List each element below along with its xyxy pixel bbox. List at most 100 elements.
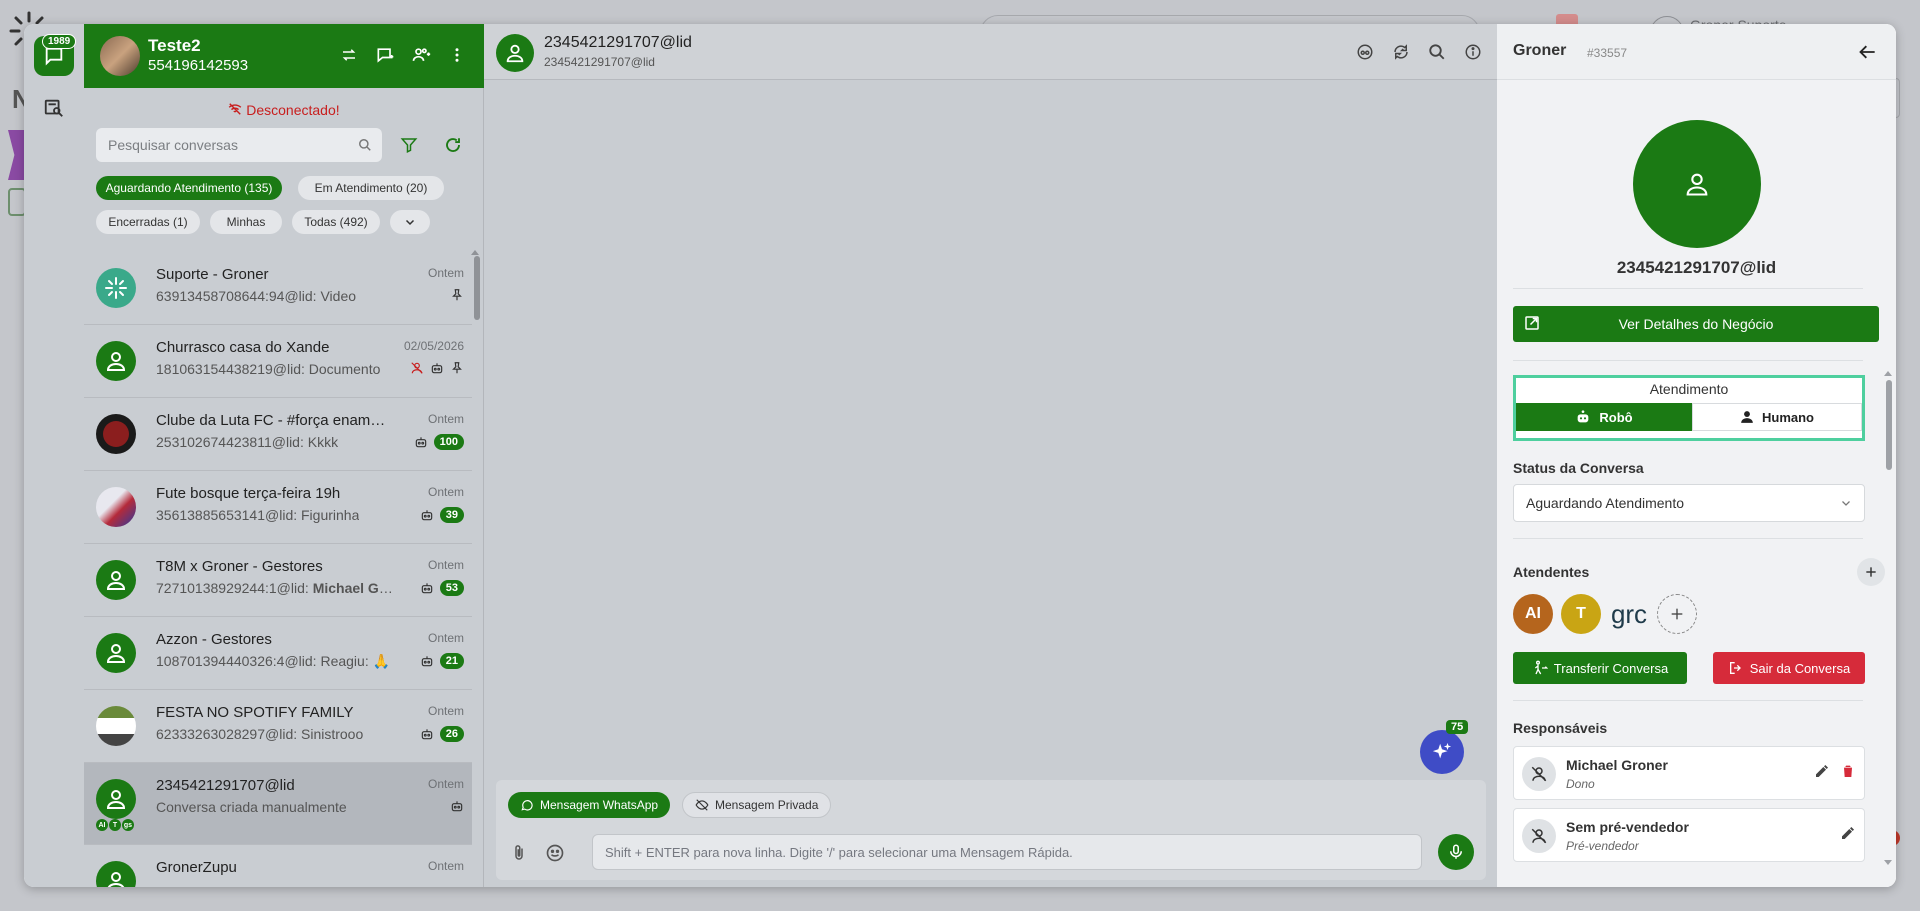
attendants-label: Atendentes xyxy=(1513,564,1590,580)
conversation-preview: 72710138929244:1@lid: Michael Groner xyxy=(156,580,396,596)
new-group-icon[interactable] xyxy=(410,44,432,66)
status-select-value: Aguardando Atendimento xyxy=(1526,495,1685,511)
person-icon xyxy=(506,44,524,63)
status-select[interactable]: Aguardando Atendimento xyxy=(1513,484,1865,522)
attach-button[interactable] xyxy=(508,842,530,864)
tab-whatsapp-message[interactable]: Mensagem WhatsApp xyxy=(508,792,671,818)
leave-conversation-button[interactable]: Sair da Conversa xyxy=(1713,652,1865,684)
panel-scroll-up[interactable] xyxy=(1884,371,1892,376)
conversation-item[interactable]: Clube da Luta FC - #força enamorada 2531… xyxy=(84,398,472,471)
more-vertical-icon[interactable] xyxy=(446,44,468,66)
transfer-conversation-label: Transferir Conversa xyxy=(1553,660,1669,676)
mode-humano-button[interactable]: Humano xyxy=(1692,403,1862,431)
contact-details-panel: Groner #33557 2345421291707@lid Ver Deta… xyxy=(1497,24,1896,887)
robot-icon xyxy=(1578,410,1589,423)
close-details-button[interactable] xyxy=(1856,40,1880,64)
suporte-logo-icon xyxy=(105,277,127,299)
unread-count-badge: 100 xyxy=(433,434,464,450)
swap-arrows-icon[interactable] xyxy=(338,44,360,66)
panel-scrollbar[interactable] xyxy=(1886,380,1892,470)
pin-icon[interactable] xyxy=(450,288,464,302)
person-off-icon xyxy=(1522,757,1556,791)
rail-search-list-button[interactable] xyxy=(40,94,68,122)
responsavel-card: Sem pré-vendedor Pré-vendedor xyxy=(1513,808,1865,862)
chip-aguardando[interactable]: Aguardando Atendimento (135) xyxy=(96,176,282,200)
trash-icon[interactable] xyxy=(1840,763,1856,779)
conversation-item[interactable]: GronerZupu Ontem xyxy=(84,845,472,887)
conversation-indicators xyxy=(450,288,464,302)
emoji-button[interactable] xyxy=(544,842,566,864)
conversation-item[interactable]: Fute bosque terça-feira 19h 356138856531… xyxy=(84,471,472,544)
attendant-logo[interactable]: grc xyxy=(1609,594,1649,634)
leave-conversation-label: Sair da Conversa xyxy=(1749,660,1851,676)
refresh-icon xyxy=(446,138,460,152)
add-attendant-circle[interactable] xyxy=(1657,594,1697,634)
tab-private-message[interactable]: Mensagem Privada xyxy=(682,792,832,818)
search-icon[interactable] xyxy=(1427,42,1447,62)
conversation-search-input[interactable] xyxy=(106,136,358,154)
list-scrollbar[interactable] xyxy=(474,256,480,320)
emoji-icon xyxy=(546,844,564,862)
attendant-avatar[interactable]: T xyxy=(1561,594,1601,634)
edit-pencil-icon[interactable] xyxy=(1814,763,1830,779)
conversation-name: Clube da Luta FC - #força enamorada xyxy=(156,412,386,429)
chevron-down-icon xyxy=(405,219,415,226)
sync-icon[interactable] xyxy=(1391,42,1411,62)
chip-encerradas[interactable]: Encerradas (1) xyxy=(96,210,200,234)
info-icon[interactable] xyxy=(1463,42,1483,62)
person-icon xyxy=(106,790,126,809)
chip-more-dropdown[interactable] xyxy=(390,210,430,234)
attendant-mini-tags: AI T gs xyxy=(96,819,134,831)
view-deal-details-button[interactable]: Ver Detalhes do Negócio xyxy=(1513,306,1879,342)
mode-robo-button[interactable]: Robô xyxy=(1516,403,1692,431)
chat-modal: 1989 Teste2 554196142593 Desconectado! P… xyxy=(24,24,1896,887)
divider xyxy=(1513,360,1863,361)
chat-contact-avatar[interactable] xyxy=(496,34,534,72)
attendant-avatar[interactable]: AI xyxy=(1513,594,1553,634)
background-banner xyxy=(8,130,24,180)
conversation-indicators: 53 xyxy=(420,580,464,596)
conversation-item[interactable]: FESTA NO SPOTIFY FAMILY 62333263028297@l… xyxy=(84,690,472,763)
profile-bar: Teste2 554196142593 xyxy=(84,24,484,88)
spy-icon[interactable] xyxy=(1355,42,1375,62)
conversation-name: T8M x Groner - Gestores xyxy=(156,558,323,575)
attendants-list: AI T grc xyxy=(1513,594,1697,634)
conversation-item[interactable]: T8M x Groner - Gestores 72710138929244:1… xyxy=(84,544,472,617)
profile-avatar[interactable] xyxy=(100,36,140,76)
conversation-time: Ontem xyxy=(427,266,464,280)
list-scroll-up[interactable] xyxy=(471,250,479,255)
divider xyxy=(1513,700,1863,701)
message-input[interactable] xyxy=(592,834,1422,870)
unread-count-badge: 53 xyxy=(439,580,464,596)
chip-minhas[interactable]: Minhas xyxy=(210,210,282,234)
add-attendant-button[interactable] xyxy=(1857,558,1885,586)
edit-pencil-icon[interactable] xyxy=(1840,825,1856,841)
conversation-preview: 63913458708644:94@lid: Video xyxy=(156,288,357,304)
refresh-button[interactable] xyxy=(442,134,464,156)
conversation-time: Ontem xyxy=(427,412,464,426)
panel-scroll-down[interactable] xyxy=(1884,860,1892,865)
conversation-item[interactable]: Azzon - Gestores 108701394440326:4@lid: … xyxy=(84,617,472,690)
person-off-icon xyxy=(1522,819,1556,853)
ai-assistant-button[interactable] xyxy=(1420,730,1464,774)
conversation-item-selected[interactable]: AI T gs 2345421291707@lid Conversa criad… xyxy=(84,763,472,845)
person-icon xyxy=(1686,173,1708,196)
conversation-item[interactable]: Suporte - Groner 63913458708644:94@lid: … xyxy=(84,252,472,325)
ai-credits-badge: 75 xyxy=(1446,720,1469,734)
contact-big-avatar xyxy=(1633,120,1761,248)
details-body: 2345421291707@lid Ver Detalhes do Negóci… xyxy=(1497,80,1896,887)
logout-icon xyxy=(1729,662,1741,674)
filter-button[interactable] xyxy=(398,134,420,156)
chip-todas[interactable]: Todas (492) xyxy=(292,210,380,234)
conversation-item[interactable]: Churrasco casa do Xande 181063154438219@… xyxy=(84,325,472,398)
voice-record-button[interactable] xyxy=(1438,834,1474,870)
transfer-conversation-button[interactable]: Transferir Conversa xyxy=(1513,652,1687,684)
divider xyxy=(1513,288,1863,289)
chip-em-atendimento[interactable]: Em Atendimento (20) xyxy=(298,176,444,200)
pin-icon[interactable] xyxy=(450,361,464,375)
left-rail: 1989 xyxy=(24,24,84,887)
new-chat-icon[interactable] xyxy=(374,44,396,66)
unread-count-badge: 26 xyxy=(439,726,464,742)
group-photo xyxy=(96,487,136,527)
profile-actions xyxy=(338,44,468,66)
